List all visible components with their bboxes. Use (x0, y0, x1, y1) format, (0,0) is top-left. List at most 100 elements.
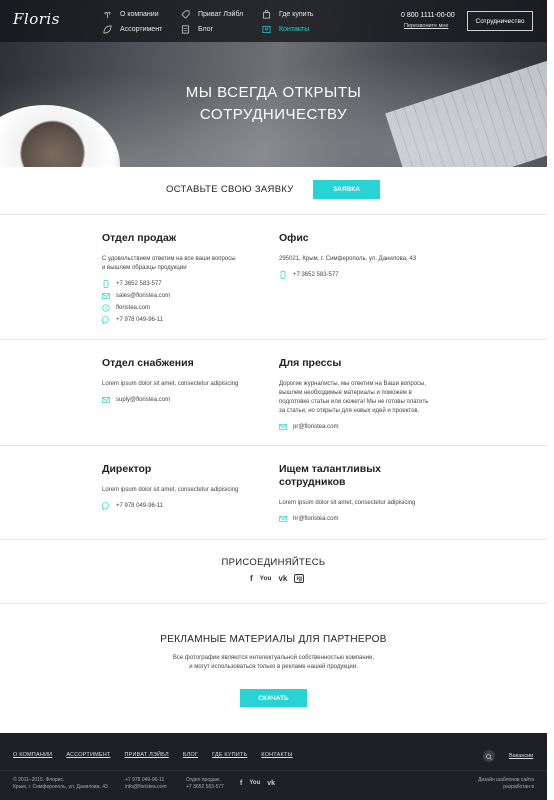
footer-link-blog[interactable]: БЛОГ (183, 752, 198, 758)
block-description: Lorem ipsum dolor sit amet, consectetur … (102, 381, 239, 387)
sales-website[interactable]: S floristea.com (102, 302, 272, 314)
contacts-section-director: Директор Lorem ipsum dolor sit amet, con… (0, 446, 547, 540)
supply-email[interactable]: suply@floristea.com (102, 394, 272, 406)
nav-item-label: Приват Лэйбл (198, 11, 244, 18)
nav-item-label: Блог (198, 26, 214, 33)
hero-title: МЫ ВСЕГДА ОТКРЫТЫ СОТРУДНИЧЕСТВУ (0, 82, 547, 126)
sales-phone[interactable]: +7 3652 583-577 (102, 278, 272, 290)
leaf-icon (103, 25, 112, 34)
footer-link-contacts[interactable]: КОНТАКТЫ (261, 752, 292, 758)
hero-banner: Floris О компании Ассортимент Приват Лэй… (0, 0, 547, 167)
partners-title: РЕКЛАМНЫЕ МАТЕРИАЛЫ ДЛЯ ПАРТНЕРОВ (160, 634, 387, 645)
request-button[interactable]: ЗАЯВКА (313, 180, 380, 199)
social-links: f You vk ig (250, 574, 305, 583)
tag-icon (181, 10, 190, 19)
block-title: Для прессы (279, 357, 342, 369)
block-title: Отдел снабжения (102, 357, 194, 369)
block-title: Офис (279, 232, 309, 244)
footer: О КОМПАНИИ АССОРТИМЕНТ ПРИВАТ ЛЭЙБЛ БЛОГ… (0, 733, 547, 800)
block-title: Ищем талантливых сотрудников (279, 463, 382, 488)
sales-block: Отдел продаж С удовольствием ответим на … (102, 232, 272, 326)
mail-icon (102, 293, 110, 299)
shopping-bag-icon (262, 10, 271, 19)
nav-item-private-label[interactable]: Приват Лэйбл (181, 10, 243, 19)
nav-item-label: Контакты (279, 26, 310, 33)
top-navigation-bar: Floris О компании Ассортимент Приват Лэй… (0, 0, 547, 42)
flower-icon (104, 11, 111, 19)
block-description: С удовольствием ответим на все ваши вопр… (102, 256, 236, 271)
footer-link-where-to-buy[interactable]: ГДЕ КУПИТЬ (212, 752, 247, 758)
supply-block: Отдел снабжения Lorem ipsum dolor sit am… (102, 357, 272, 406)
youtube-icon[interactable]: You (249, 780, 260, 787)
contacts-section-supply: Отдел снабжения Lorem ipsum dolor sit am… (0, 340, 547, 446)
partners-text: Все фотографии являются интелектуальной … (172, 655, 375, 670)
header-phone: 0 800 1111-00-00 (401, 12, 455, 19)
sales-email[interactable]: sales@floristea.com (102, 290, 272, 302)
instagram-icon[interactable]: ig (294, 574, 305, 583)
nav-item-label: О компании (120, 11, 159, 18)
join-section: ПРИСОЕДИНЯЙТЕСЬ f You vk ig (0, 540, 547, 604)
download-button[interactable]: СКАЧАТЬ (240, 689, 307, 707)
director-phone[interactable]: +7 978 049-96-11 (102, 500, 272, 512)
block-description: Дорогие журналисты, мы ответим на Ваши в… (279, 381, 429, 414)
viber-icon (102, 502, 109, 510)
block-description: Lorem ipsum dolor sit amet, consectetur … (102, 487, 239, 493)
office-block: Офис 295021, Крым, г. Симферополь, ул. Д… (279, 232, 459, 281)
talent-email[interactable]: hr@floristea.com (279, 513, 459, 525)
block-title: Директор (102, 463, 152, 475)
skype-icon: S (102, 304, 110, 312)
footer-link-about[interactable]: О КОМПАНИИ (13, 752, 52, 758)
footer-copyright: © 2011–2015. Флорис. Крым, г. Симферопол… (13, 777, 108, 790)
footer-contacts: +7 978 049-96-11 info@floristea.com (125, 777, 167, 790)
hero-title-line: МЫ ВСЕГДА ОТКРЫТЫ (185, 84, 362, 101)
request-section: ОСТАВЬТЕ СВОЮ ЗАЯВКУ ЗАЯВКА (0, 167, 547, 215)
nav-item-label: Ассортимент (120, 26, 163, 33)
talent-block: Ищем талантливых сотрудников Lorem ipsum… (279, 463, 459, 525)
svg-text:S: S (104, 306, 107, 311)
block-title: Отдел продаж (102, 232, 177, 244)
nav-item-assortment[interactable]: Ассортимент (103, 25, 162, 34)
block-description: Lorem ipsum dolor sit amet, consectetur … (279, 500, 416, 506)
mobile-phone-icon (280, 271, 286, 279)
join-title: ПРИСОЕДИНЯЙТЕСЬ (221, 557, 326, 568)
mail-icon (279, 516, 287, 522)
director-block: Директор Lorem ipsum dolor sit amet, con… (102, 463, 272, 512)
footer-link-assortment[interactable]: АССОРТИМЕНТ (66, 752, 110, 758)
nav-item-blog[interactable]: Блог (181, 25, 213, 34)
vacancy-link[interactable]: Вакансии (509, 753, 533, 759)
footer-sales: Отдел продаж: +7 3652 583-577 (186, 777, 224, 790)
footer-social-links: f You vk (240, 780, 275, 787)
press-block: Для прессы Дорогие журналисты, мы ответи… (279, 357, 459, 433)
request-title: ОСТАВЬТЕ СВОЮ ЗАЯВКУ (166, 184, 294, 195)
footer-link-private-label[interactable]: ПРИВАТ ЛЭЙБЛ (124, 752, 168, 758)
contacts-icon (262, 25, 271, 34)
search-button[interactable] (483, 750, 495, 762)
nav-item-about[interactable]: О компании (103, 10, 159, 19)
viber-icon (102, 316, 109, 324)
vk-icon[interactable]: vk (278, 574, 287, 583)
search-icon (486, 754, 492, 760)
footer-credits: Дизайн шаблонов сайта разработан в (477, 777, 534, 790)
facebook-icon[interactable]: f (250, 574, 253, 583)
vk-icon[interactable]: vk (267, 780, 275, 787)
footer-divider (0, 770, 547, 771)
press-email[interactable]: pr@floristea.com (279, 421, 459, 433)
callback-link[interactable]: Перезвоните мне (404, 23, 448, 29)
mobile-phone-icon (103, 280, 109, 288)
nav-item-where-to-buy[interactable]: Где купить (262, 10, 313, 19)
nav-item-label: Где купить (279, 11, 314, 18)
facebook-icon[interactable]: f (240, 780, 242, 787)
contacts-section-sales: Отдел продаж С удовольствием ответим на … (0, 215, 547, 340)
cooperation-button[interactable]: Сотрудничество (467, 11, 533, 31)
office-phone[interactable]: +7 3652 583-577 (279, 269, 459, 281)
hero-title-line: СОТРУДНИЧЕСТВУ (199, 106, 348, 123)
sales-viber[interactable]: +7 978 049-96-11 (102, 314, 272, 326)
mail-icon (102, 397, 110, 403)
youtube-icon[interactable]: You (260, 575, 272, 582)
footer-nav: О КОМПАНИИ АССОРТИМЕНТ ПРИВАТ ЛЭЙБЛ БЛОГ… (13, 752, 293, 758)
office-address: 295021, Крым, г. Симферополь, ул. Данило… (279, 256, 417, 262)
nav-item-contacts[interactable]: Контакты (262, 25, 309, 34)
document-icon (181, 25, 190, 34)
mail-icon (279, 424, 287, 430)
logo[interactable]: Floris (13, 10, 60, 28)
